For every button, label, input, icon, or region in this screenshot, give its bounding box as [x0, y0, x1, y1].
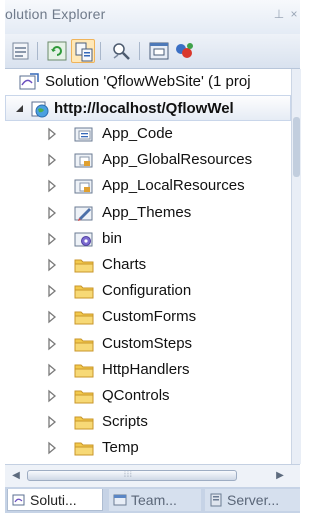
collapsed-arrow-icon[interactable] — [45, 337, 59, 351]
collapsed-arrow-icon[interactable] — [45, 389, 59, 403]
pin-icon[interactable]: ⊥ — [272, 7, 286, 21]
nest-related-files-icon[interactable] — [71, 39, 95, 63]
toolbar-separator — [100, 42, 101, 60]
project-label: http://localhost/QflowWel — [54, 100, 234, 117]
bottom-tab-bar: Soluti... Team... Server... — [5, 487, 300, 513]
horizontal-scrollbar[interactable]: ◀ ⁞⁞⁞ ▶ — [5, 464, 300, 487]
expanded-arrow-icon[interactable] — [13, 102, 27, 116]
resource-folder-icon — [74, 177, 94, 195]
tab-server-explorer[interactable]: Server... — [205, 489, 300, 511]
tree-item-scripts[interactable]: Scripts — [5, 409, 291, 435]
tree-item-label: Temp — [102, 439, 139, 457]
tree-item-bin[interactable]: bin — [5, 226, 291, 252]
server-explorer-icon — [209, 493, 223, 507]
tab-label: Server... — [227, 492, 280, 508]
tree-item-label: Scripts — [102, 413, 148, 431]
collapsed-arrow-icon[interactable] — [45, 206, 59, 220]
tree-item-label: App_Themes — [102, 203, 192, 221]
team-explorer-icon — [113, 493, 127, 507]
panel-title: olution Explorer — [5, 6, 106, 22]
tree-item-qcontrols[interactable]: QControls — [5, 383, 291, 409]
folder-icon — [74, 282, 94, 300]
vertical-scroll-thumb[interactable] — [293, 117, 300, 177]
folder-icon — [74, 256, 94, 274]
solution-explorer-panel: olution Explorer ⊥ × Solution 'QflowWebS… — [5, 0, 301, 513]
tree-item-customsteps[interactable]: CustomSteps — [5, 331, 291, 357]
folder-icon — [74, 361, 94, 379]
resource-folder-icon — [74, 151, 94, 169]
tree-item-charts[interactable]: Charts — [5, 252, 291, 278]
toolbar — [5, 34, 300, 69]
scroll-right-icon[interactable]: ▶ — [273, 469, 287, 483]
tree-item-app-globalresources[interactable]: App_GlobalResources — [5, 147, 291, 173]
tree-item-configuration[interactable]: Configuration — [5, 278, 291, 304]
tree-item-label: CustomSteps — [102, 334, 193, 352]
collapsed-arrow-icon[interactable] — [45, 127, 59, 141]
view-code-icon[interactable] — [109, 39, 133, 63]
solution-label: Solution 'QflowWebSite' (1 proj — [45, 73, 251, 90]
collapsed-arrow-icon[interactable] — [45, 415, 59, 429]
tree-item-app-localresources[interactable]: App_LocalResources — [5, 173, 291, 199]
class-diagram-icon[interactable] — [173, 39, 197, 63]
properties-icon[interactable] — [9, 39, 33, 63]
tree-item-customforms[interactable]: CustomForms — [5, 304, 291, 330]
tree-item-temp[interactable]: Temp — [5, 435, 291, 461]
tree-item-label: App_LocalResources — [102, 177, 245, 195]
tree-item-label: CustomForms — [102, 308, 197, 326]
collapsed-arrow-icon[interactable] — [45, 258, 59, 272]
tree-item-app-code[interactable]: App_Code — [5, 121, 291, 147]
tab-team-explorer[interactable]: Team... — [109, 489, 201, 511]
special-folder-icon — [74, 125, 94, 143]
collapsed-arrow-icon[interactable] — [45, 179, 59, 193]
tree-item-label: QControls — [102, 387, 170, 404]
website-icon — [30, 100, 50, 118]
collapsed-arrow-icon[interactable] — [45, 363, 59, 377]
toolbar-separator — [37, 42, 38, 60]
title-bar: olution Explorer ⊥ × — [5, 0, 300, 35]
vertical-scrollbar[interactable] — [291, 69, 301, 464]
tree-item-app-themes[interactable]: App_Themes — [5, 200, 291, 226]
solution-explorer-icon — [12, 493, 26, 507]
toolbar-separator — [139, 42, 140, 60]
collapsed-arrow-icon[interactable] — [45, 153, 59, 167]
tab-label: Soluti... — [30, 492, 77, 508]
horizontal-scroll-thumb[interactable]: ⁞⁞⁞ — [27, 470, 237, 481]
bin-folder-icon — [74, 230, 94, 248]
solution-tree: Solution 'QflowWebSite' (1 proj http://l… — [5, 69, 291, 464]
scroll-left-icon[interactable]: ◀ — [9, 469, 23, 483]
folder-icon — [74, 413, 94, 431]
tab-solution-explorer[interactable]: Soluti... — [7, 489, 103, 511]
collapsed-arrow-icon[interactable] — [45, 310, 59, 324]
tree-item-label: Charts — [102, 256, 147, 273]
tree-item-label: App_Code — [102, 125, 173, 142]
tree-item-solution[interactable]: Solution 'QflowWebSite' (1 proj — [5, 69, 291, 95]
tab-label: Team... — [131, 492, 177, 508]
tree-item-label: HttpHandlers — [102, 360, 190, 378]
grip-icon: ⁞⁞⁞ — [124, 472, 133, 479]
solution-icon — [19, 73, 39, 91]
view-designer-icon[interactable] — [147, 39, 171, 63]
tree-item-httphandlers[interactable]: HttpHandlers — [5, 357, 291, 383]
tree-item-label: App_GlobalResources — [102, 151, 253, 169]
folder-icon — [74, 439, 94, 457]
close-icon[interactable]: × — [287, 7, 301, 21]
tree-item-project[interactable]: http://localhost/QflowWel — [5, 95, 291, 121]
themes-folder-icon — [74, 204, 94, 222]
folder-icon — [74, 387, 94, 405]
collapsed-arrow-icon[interactable] — [45, 284, 59, 298]
folder-icon — [74, 308, 94, 326]
tree-item-label: Configuration — [102, 282, 192, 300]
refresh-icon[interactable] — [45, 39, 69, 63]
folder-icon — [74, 335, 94, 353]
collapsed-arrow-icon[interactable] — [45, 232, 59, 246]
collapsed-arrow-icon[interactable] — [45, 441, 59, 455]
tree-item-label: bin — [102, 229, 123, 247]
